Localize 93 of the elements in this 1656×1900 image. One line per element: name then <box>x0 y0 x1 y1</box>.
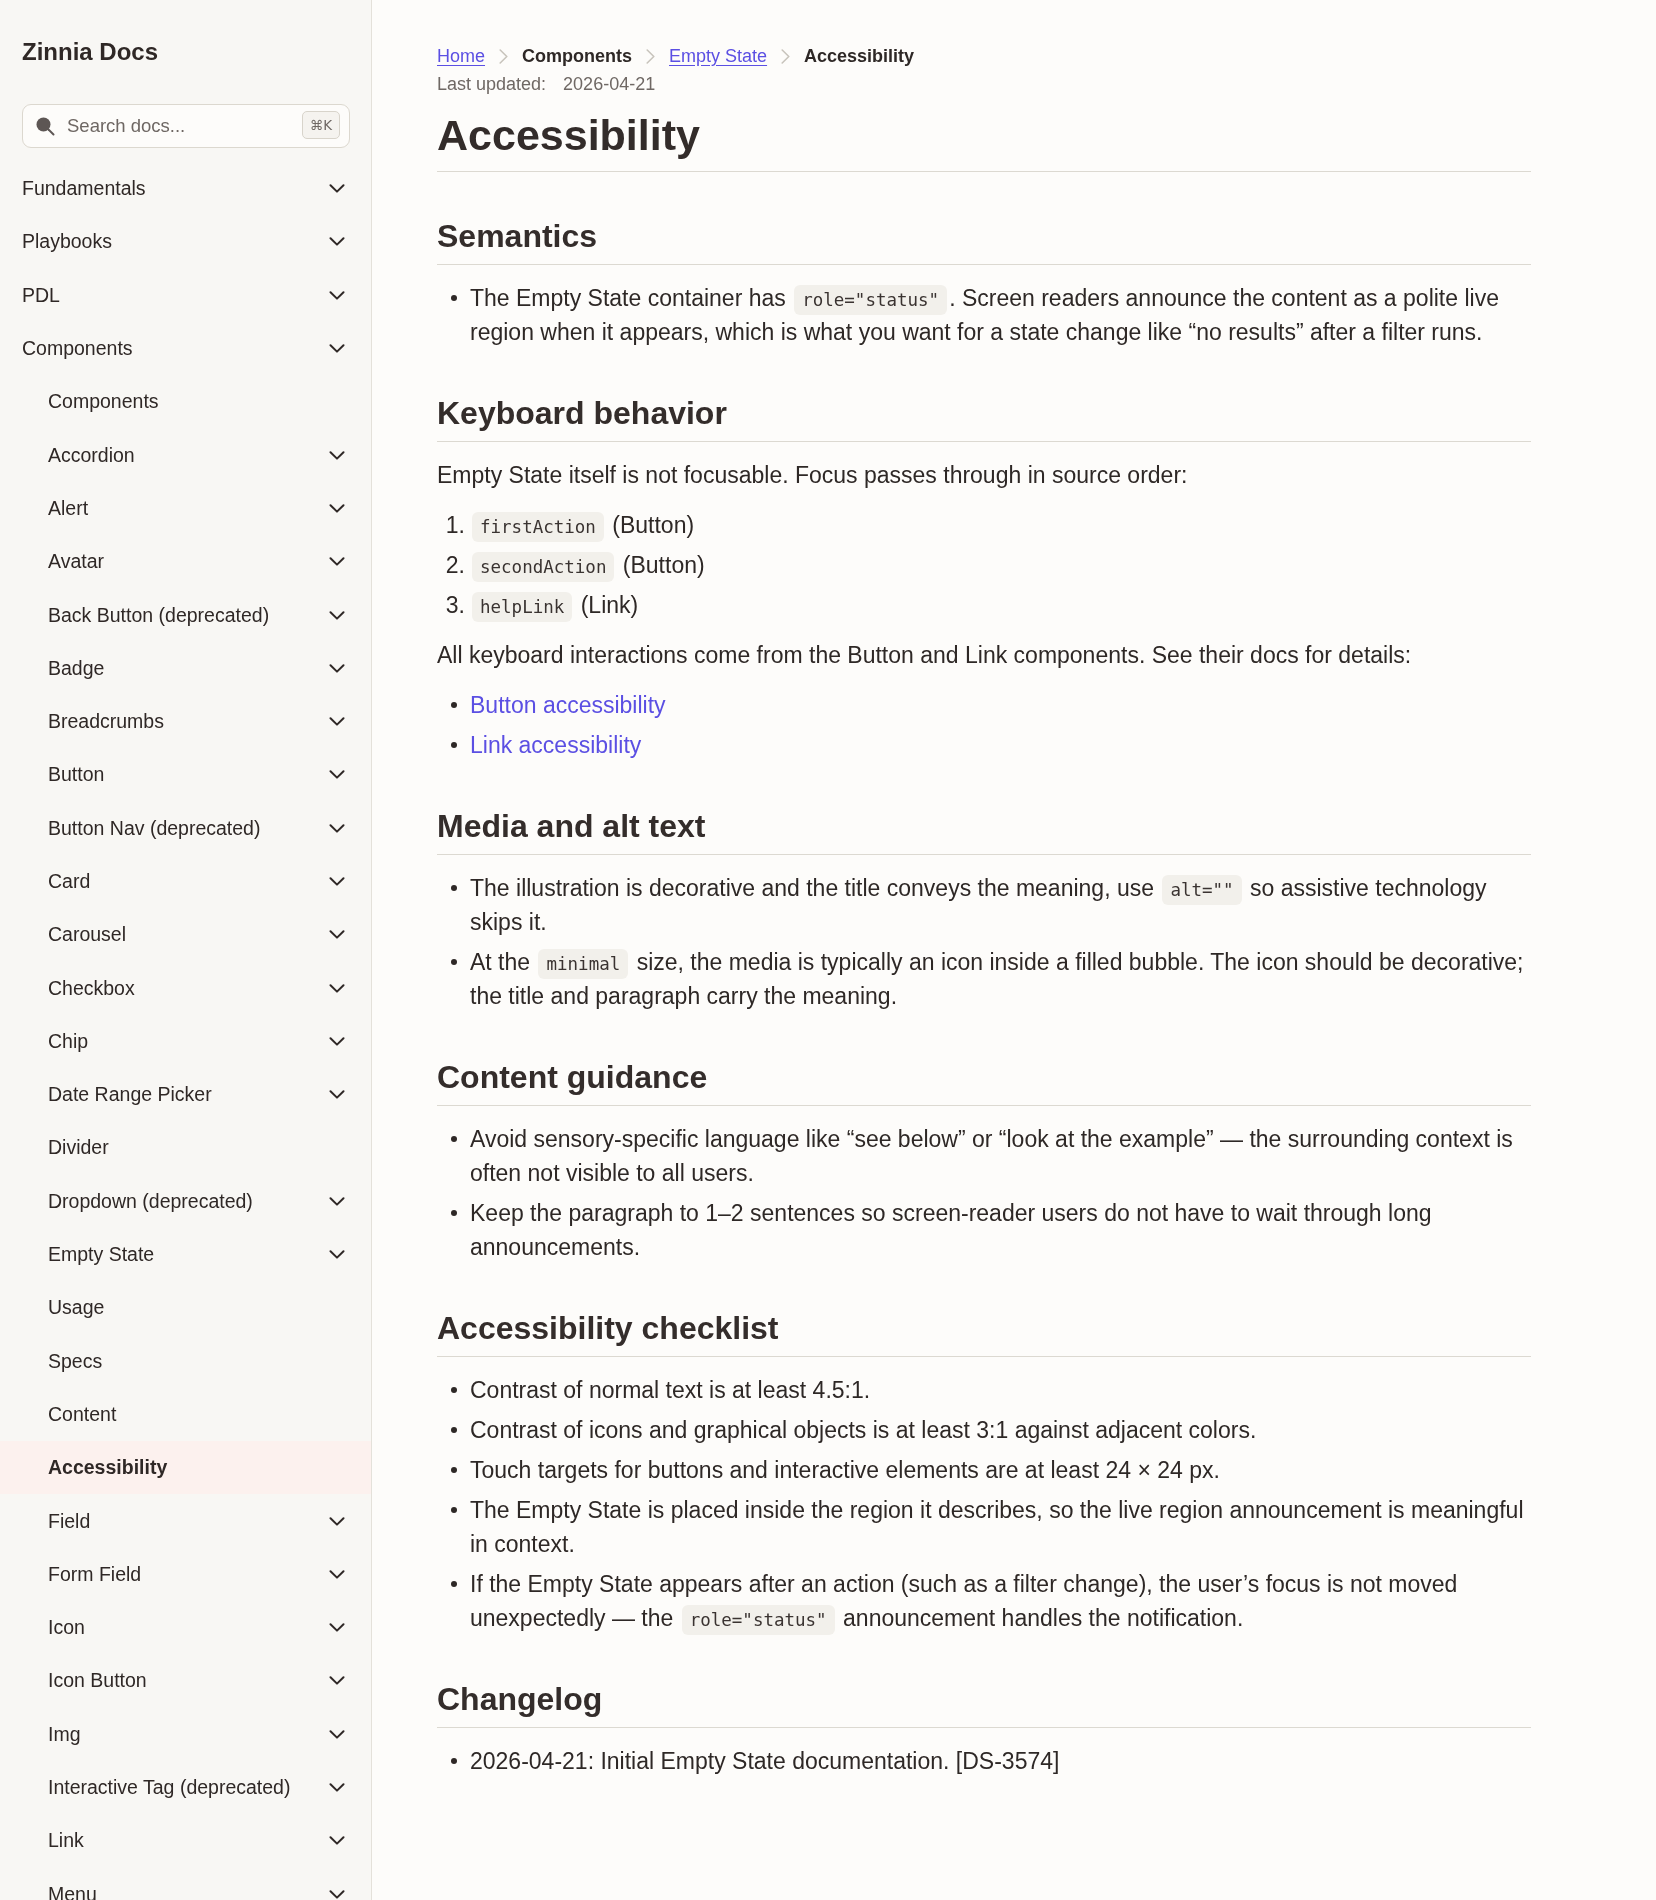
last-updated-date: 2026-04-21 <box>563 73 656 96</box>
bullet-icon <box>451 702 457 708</box>
bullet-icon <box>451 1136 457 1142</box>
nav-item[interactable]: Icon Button <box>0 1654 371 1708</box>
chevron-right-icon <box>499 48 508 64</box>
nav-item[interactable]: Field <box>0 1494 371 1548</box>
inline-code: secondAction <box>472 552 615 582</box>
list-item: The Empty State is placed inside the region it describes, so the live region announcement is meaningful in context. <box>470 1496 1525 1559</box>
nav-item[interactable]: Card <box>0 854 371 909</box>
nav-item[interactable]: Badge <box>0 641 371 695</box>
inline-code: alt="" <box>1162 875 1242 905</box>
section-heading: Changelog <box>437 1680 604 1718</box>
list-number: 3. <box>445 591 465 620</box>
section-heading: Keyboard behavior <box>437 394 728 432</box>
nav-item[interactable]: Components <box>0 375 371 429</box>
list-item: The illustration is decorative and the title conveys the meaning, use alt="" so assistive technology skips it. <box>470 874 1488 937</box>
bullet-icon <box>451 1581 457 1587</box>
site-title: Zinnia Docs <box>22 37 159 67</box>
bullet-icon <box>451 1758 457 1764</box>
list-item: Avoid sensory-specific language like “see below” or “look at the example” — the surrounding context is often not visible to all users. <box>470 1125 1514 1188</box>
nav-item[interactable]: Date Range Picker <box>0 1068 371 1122</box>
chevron-right-icon <box>781 48 791 64</box>
paragraph: All keyboard interactions come from the Button and Link components. See their docs for details: <box>437 641 1413 670</box>
bullet-icon <box>451 959 457 965</box>
bullet-icon <box>451 295 457 301</box>
nav-item[interactable]: Avatar <box>0 535 371 589</box>
list-item: 2026-04-21: Initial Empty State documentation. [DS-3574] <box>470 1747 1061 1776</box>
bullet-icon <box>451 1427 457 1433</box>
nav-item[interactable]: Content <box>0 1387 371 1442</box>
list-number: 1. <box>445 511 465 540</box>
breadcrumb-current: Accessibility <box>804 45 915 68</box>
bullet-icon <box>451 1507 457 1513</box>
nav-item[interactable]: Breadcrumbs <box>0 694 371 749</box>
nav-item[interactable]: Back Button (deprecated) <box>0 588 371 642</box>
list-item: Touch targets for buttons and interactive elements are at least 24 × 24 px. <box>470 1456 1221 1485</box>
nav-item[interactable]: Carousel <box>0 908 371 962</box>
section-heading: Accessibility checklist <box>437 1309 780 1347</box>
list-item: Contrast of normal text is at least 4.5:1. <box>470 1376 872 1405</box>
nav-item[interactable]: Checkbox <box>0 961 371 1015</box>
chevron-right-icon <box>646 48 655 64</box>
inline-code: helpLink <box>472 592 573 622</box>
nav-item[interactable]: Img <box>0 1707 371 1761</box>
nav-item[interactable]: Usage <box>0 1281 371 1335</box>
inline-code: role="status" <box>794 285 948 315</box>
inline-code: firstAction <box>472 512 604 542</box>
bullet-icon <box>451 1467 457 1473</box>
nav-item[interactable]: Fundamentals <box>0 162 371 216</box>
list-number: 2. <box>445 551 465 580</box>
nav-item[interactable]: Playbooks <box>0 215 371 269</box>
section-heading: Media and alt text <box>437 807 707 845</box>
list-item: Keep the paragraph to 1–2 sentences so screen-reader users do not have to wait through long announcements. <box>470 1199 1433 1262</box>
nav-item[interactable]: Button <box>0 748 371 802</box>
breadcrumb-link[interactable]: Empty State <box>669 44 768 68</box>
nav-item[interactable]: Specs <box>0 1334 371 1388</box>
list-item: secondAction (Button) <box>470 548 1531 582</box>
list-item: helpLink (Link) <box>470 588 1531 622</box>
page-title: Accessibility <box>437 110 701 161</box>
list-item: The Empty State container has role="status" . Screen readers announce the content as a polite live region when it appears, which is what you want for a state change like “no results” after a filter runs. <box>470 284 1500 347</box>
nav-item[interactable]: Divider <box>0 1121 371 1175</box>
paragraph: Empty State itself is not focusable. Focus passes through in source order: <box>437 461 1189 490</box>
list-item: firstAction (Button) <box>470 508 1531 542</box>
nav-item[interactable]: PDL <box>0 268 371 322</box>
nav-item[interactable]: Button Nav (deprecated) <box>0 801 371 855</box>
nav-item[interactable]: Link <box>0 1814 371 1868</box>
nav-item[interactable]: Alert <box>0 481 371 536</box>
bullet-icon <box>451 885 457 891</box>
nav-item[interactable]: Icon <box>0 1601 371 1655</box>
doc-link[interactable]: Button accessibility <box>470 688 666 722</box>
nav-item[interactable]: Accordion <box>0 428 371 482</box>
last-updated-label: Last updated: <box>437 73 547 96</box>
nav-item[interactable]: Components <box>0 321 371 376</box>
nav-item[interactable]: Menu <box>0 1867 371 1900</box>
nav-item[interactable]: Empty State <box>0 1227 371 1282</box>
nav-item[interactable]: Dropdown (deprecated) <box>0 1174 371 1228</box>
bullet-icon <box>451 1387 457 1393</box>
bullet-icon <box>451 742 457 748</box>
section-heading: Content guidance <box>437 1058 709 1096</box>
list-item: If the Empty State appears after an action (such as a filter change), the user’s focus is not moved unexpectedly — the role="status" announcement handles the notification. <box>470 1567 1531 1635</box>
inline-code: role="status" <box>681 1605 835 1635</box>
nav-item[interactable]: Interactive Tag (deprecated) <box>0 1760 371 1815</box>
nav-item[interactable]: Accessibility <box>0 1441 371 1495</box>
breadcrumb-item: Components <box>522 45 632 68</box>
search-icon <box>35 116 55 136</box>
list-item: Contrast of icons and graphical objects is at least 3:1 against adjacent colors. <box>470 1416 1258 1445</box>
nav-item[interactable]: Chip <box>0 1014 371 1069</box>
bullet-icon <box>451 1210 457 1216</box>
list-item: At the minimal size, the media is typically an icon inside a filled bubble. The icon should be decorative; the title and paragraph carry the meaning. <box>470 948 1525 1011</box>
section-heading: Semantics <box>437 217 599 255</box>
inline-code: minimal <box>538 949 629 979</box>
shortcut-hint: ⌘K <box>301 111 340 139</box>
nav-item[interactable]: Form Field <box>0 1547 371 1601</box>
breadcrumb-link[interactable]: Home <box>437 44 485 68</box>
doc-link[interactable]: Link accessibility <box>470 728 642 762</box>
